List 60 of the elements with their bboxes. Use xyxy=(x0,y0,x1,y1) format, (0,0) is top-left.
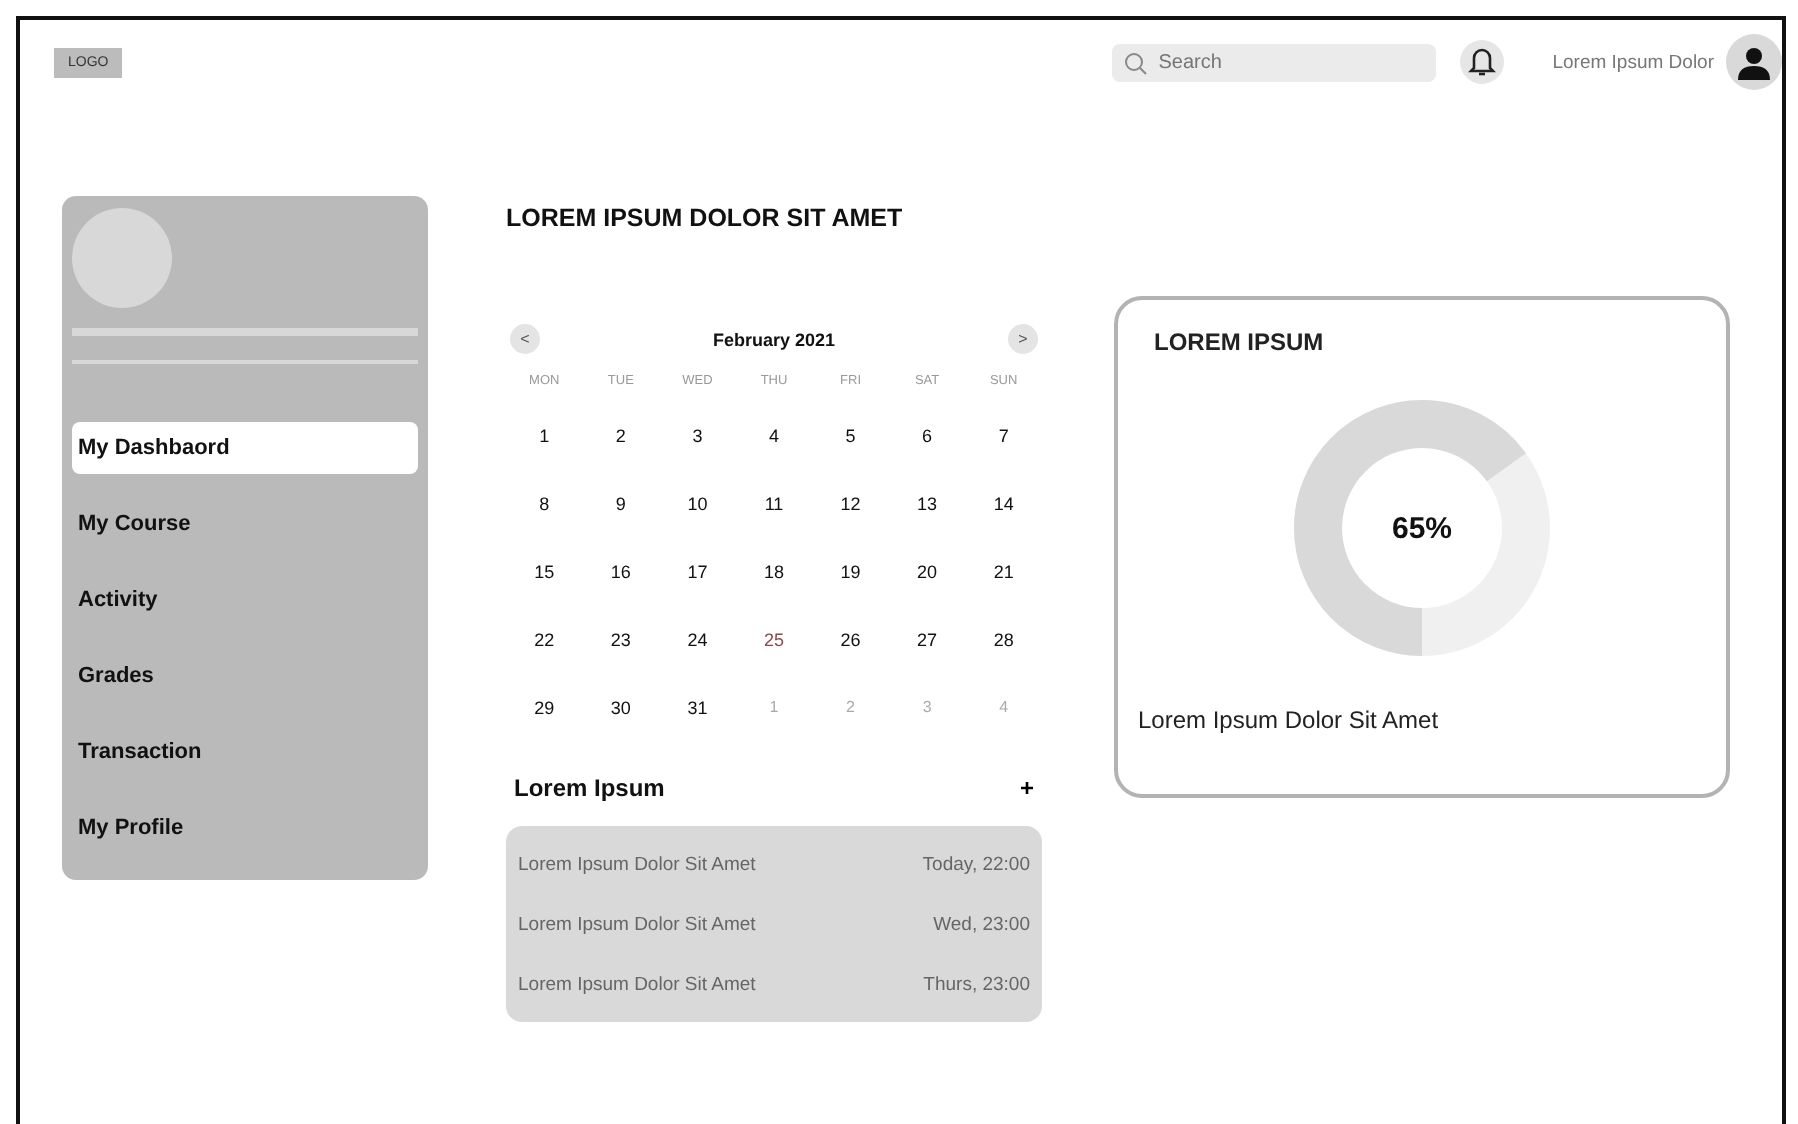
calendar-day[interactable]: 20 xyxy=(888,538,966,606)
event-name: Lorem Ipsum Dolor Sit Amet xyxy=(518,853,756,875)
calendar-day[interactable]: 29 xyxy=(506,674,583,742)
next-month-button[interactable]: > xyxy=(1007,324,1038,354)
calendar-day[interactable]: 13 xyxy=(888,470,966,538)
event-time: Today, 22:00 xyxy=(922,853,1030,875)
sidebar-item[interactable]: Transaction xyxy=(72,726,418,778)
calendar-day[interactable]: 6 xyxy=(888,402,966,470)
add-button[interactable]: + xyxy=(1019,774,1034,802)
events-title: Lorem Ipsum xyxy=(514,774,665,802)
calendar-day[interactable]: 11 xyxy=(735,470,813,538)
card-caption: Lorem Ipsum Dolor Sit Amet xyxy=(1138,706,1441,734)
calendar-day[interactable]: 16 xyxy=(582,538,660,606)
card-title: LOREM IPSUM xyxy=(1154,328,1326,356)
calendar-day[interactable]: 15 xyxy=(506,538,583,606)
calendar-day[interactable]: 18 xyxy=(735,538,813,606)
user-name: Lorem Ipsum Dolor xyxy=(1552,51,1714,73)
calendar-day[interactable]: 3 xyxy=(659,402,736,470)
month-label: February 2021 xyxy=(712,329,836,349)
event-time: Wed, 23:00 xyxy=(933,913,1030,935)
calendar-day[interactable]: 19 xyxy=(812,538,889,606)
calendar-day[interactable]: 9 xyxy=(582,470,660,538)
calendar-day[interactable]: 12 xyxy=(812,470,889,538)
calendar-day[interactable]: 22 xyxy=(506,606,583,674)
percent-reading: 65% xyxy=(1391,511,1453,545)
previous-month-button[interactable]: < xyxy=(510,324,540,354)
calendar-day[interactable]: 17 xyxy=(659,538,736,606)
sidebar-item[interactable]: Activity xyxy=(72,574,418,626)
search-field[interactable]: Search xyxy=(1112,43,1437,81)
event-name: Lorem Ipsum Dolor Sit Amet xyxy=(518,913,756,935)
calendar-day[interactable]: 25 xyxy=(735,606,813,674)
calendar-day[interactable]: 10 xyxy=(659,470,736,538)
profile-placeholder xyxy=(72,208,172,308)
calendar-day[interactable]: 5 xyxy=(812,402,889,470)
calendar-day[interactable]: 14 xyxy=(965,470,1042,538)
calendar-day[interactable]: 1 xyxy=(506,402,583,470)
calendar-day[interactable]: 28 xyxy=(965,606,1042,674)
sidebar-item[interactable]: My Profile xyxy=(72,802,418,854)
calendar-day[interactable]: 8 xyxy=(506,470,583,538)
calendar-day[interactable]: 27 xyxy=(888,606,966,674)
calendar-day[interactable]: 24 xyxy=(659,606,736,674)
avatar-button[interactable] xyxy=(1726,34,1782,90)
event-name: Lorem Ipsum Dolor Sit Amet xyxy=(518,973,756,995)
calendar-day[interactable]: 2 xyxy=(582,402,660,470)
page-title: LOREM IPSUM DOLOR SIT AMET xyxy=(506,204,905,232)
search-icon xyxy=(1124,51,1149,75)
calendar-day[interactable]: 31 xyxy=(659,674,736,742)
person-icon xyxy=(1738,46,1770,80)
bell-icon xyxy=(1468,46,1497,78)
notification-button[interactable] xyxy=(1460,40,1505,84)
calendar-day[interactable]: 30 xyxy=(582,674,660,742)
calendar-day[interactable]: 4 xyxy=(735,402,813,470)
sidebar-item[interactable]: My Course xyxy=(72,498,418,550)
calendar-day[interactable]: 21 xyxy=(965,538,1042,606)
calendar-day[interactable]: 7 xyxy=(965,402,1042,470)
event-time: Thurs, 23:00 xyxy=(923,973,1030,995)
calendar-day[interactable]: 23 xyxy=(582,606,660,674)
calendar-day[interactable]: 26 xyxy=(812,606,889,674)
sidebar-item[interactable]: Grades xyxy=(72,650,418,702)
sidebar-item[interactable]: My Dashbaord xyxy=(72,422,418,474)
